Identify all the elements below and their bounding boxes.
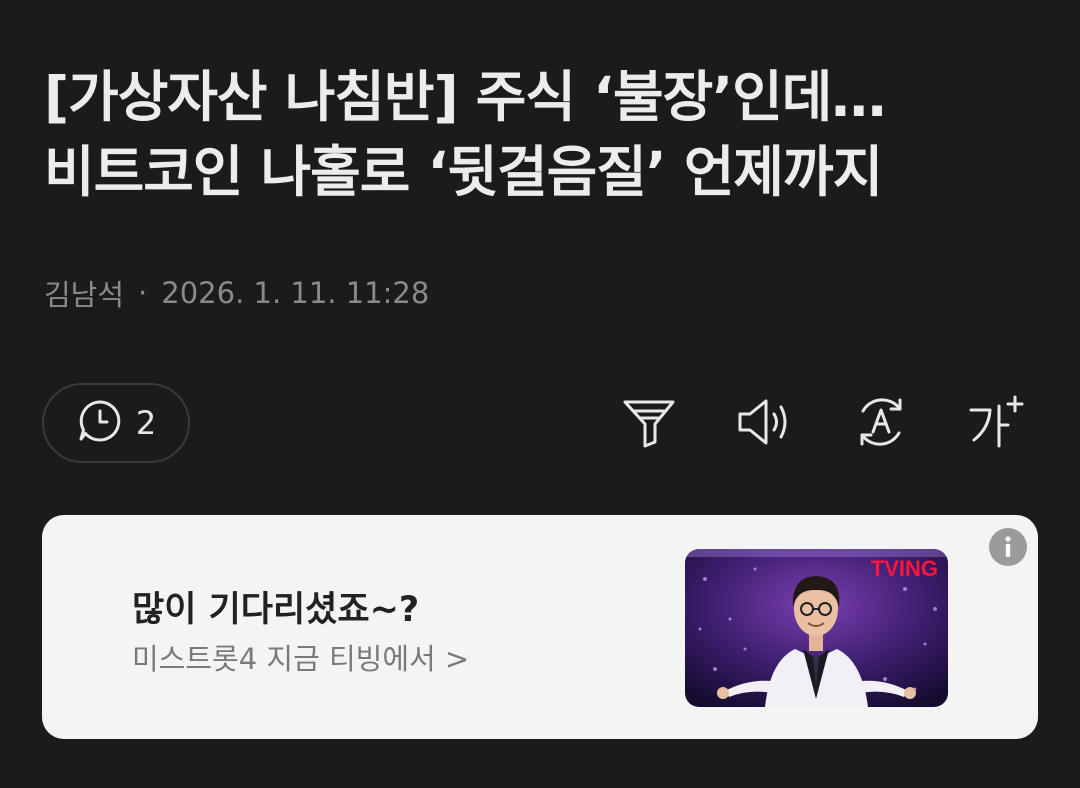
speaker-icon[interactable] (736, 394, 792, 450)
author-name[interactable]: 김남석 (44, 272, 124, 314)
ad-thumbnail-image[interactable]: TVING (685, 549, 948, 707)
comment-clock-icon (76, 397, 124, 449)
comment-count: 2 (135, 404, 157, 442)
ad-banner[interactable]: 많이 기다리셨죠~? 미스트롯4 지금 티빙에서 > TVING (42, 515, 1038, 739)
publish-timestamp: 2026. 1. 11. 11:28 (161, 276, 430, 310)
article-title: [가상자산 나침반] 주식 ‘불장’인데… 비트코인 나홀로 ‘뒷걸음질’ 언제… (44, 60, 1044, 210)
font-size-icon[interactable] (968, 394, 1024, 450)
comment-button[interactable]: 2 (42, 383, 190, 463)
byline: 김남석 · 2026. 1. 11. 11:28 (44, 272, 429, 314)
ad-subtext-link[interactable]: 미스트롯4 지금 티빙에서 > (132, 636, 469, 678)
byline-separator: · (138, 276, 148, 310)
article-title-line-2: 비트코인 나홀로 ‘뒷걸음질’ 언제까지 (44, 140, 883, 204)
article-title-line-1: [가상자산 나침반] 주식 ‘불장’인데… (44, 65, 886, 129)
info-icon[interactable] (989, 528, 1027, 566)
ad-brand-logo: TVING (871, 556, 938, 581)
summary-funnel-icon[interactable] (621, 394, 677, 450)
ad-headline: 많이 기다리셨죠~? (132, 590, 420, 630)
translate-icon[interactable] (853, 394, 909, 450)
